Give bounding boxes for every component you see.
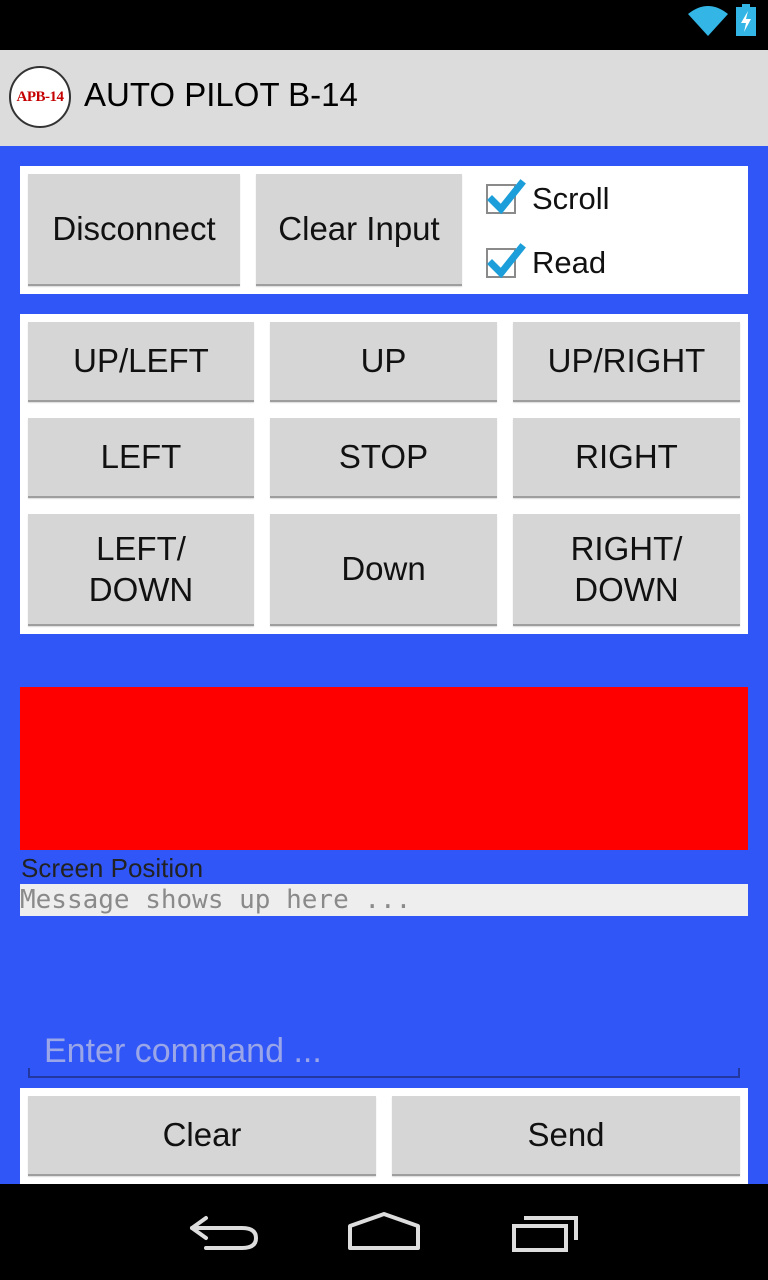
disconnect-button[interactable]: Disconnect <box>28 174 240 286</box>
up-button[interactable]: UP <box>270 322 497 402</box>
input-underline-tick <box>28 1068 30 1078</box>
send-button[interactable]: Send <box>392 1096 740 1176</box>
app-logo: APB-14 <box>9 66 71 128</box>
recent-apps-icon[interactable] <box>506 1210 586 1254</box>
checkmark-icon <box>487 243 526 279</box>
navigation-bar <box>0 1184 768 1280</box>
app-logo-text: APB-14 <box>16 88 65 105</box>
checkmark-icon <box>487 179 526 215</box>
home-icon[interactable] <box>344 1210 424 1254</box>
battery-charging-icon <box>736 4 756 36</box>
direction-pad-panel: UP/LEFT UP UP/RIGHT LEFT STOP RIGHT LEFT… <box>20 314 748 634</box>
status-display <box>20 687 748 850</box>
connection-panel: Disconnect Clear Input Scroll Read <box>20 166 748 294</box>
action-bar: APB-14 AUTO PILOT B-14 <box>0 50 768 146</box>
input-underline-tick <box>738 1068 740 1078</box>
right-button[interactable]: RIGHT <box>513 418 740 498</box>
app-title: AUTO PILOT B-14 <box>84 76 358 113</box>
back-icon[interactable] <box>184 1210 264 1254</box>
wifi-icon <box>688 6 728 36</box>
scroll-checkbox-row[interactable]: Scroll <box>486 179 610 216</box>
scroll-label: Scroll <box>532 181 610 216</box>
clear-input-button[interactable]: Clear Input <box>256 174 462 286</box>
app-screen: APB-14 AUTO PILOT B-14 Disconnect Clear … <box>0 0 768 1280</box>
clear-button[interactable]: Clear <box>28 1096 376 1176</box>
read-label: Read <box>532 245 607 280</box>
read-checkbox-row[interactable]: Read <box>486 243 607 280</box>
command-input[interactable] <box>28 1026 740 1078</box>
left-button[interactable]: LEFT <box>28 418 254 498</box>
main-content: Disconnect Clear Input Scroll Read UP/LE… <box>0 146 768 1184</box>
read-checkbox[interactable] <box>486 243 526 279</box>
up-left-button[interactable]: UP/LEFT <box>28 322 254 402</box>
status-bar <box>0 0 768 50</box>
left-down-button[interactable]: LEFT/ DOWN <box>28 514 254 626</box>
command-panel: Clear Send <box>20 1088 748 1184</box>
up-right-button[interactable]: UP/RIGHT <box>513 322 740 402</box>
down-button[interactable]: Down <box>270 514 497 626</box>
screen-position-label: Screen Position <box>21 853 204 883</box>
scroll-checkbox[interactable] <box>486 179 526 215</box>
stop-button[interactable]: STOP <box>270 418 497 498</box>
right-down-button[interactable]: RIGHT/ DOWN <box>513 514 740 626</box>
message-output: Message shows up here ... <box>20 884 748 916</box>
